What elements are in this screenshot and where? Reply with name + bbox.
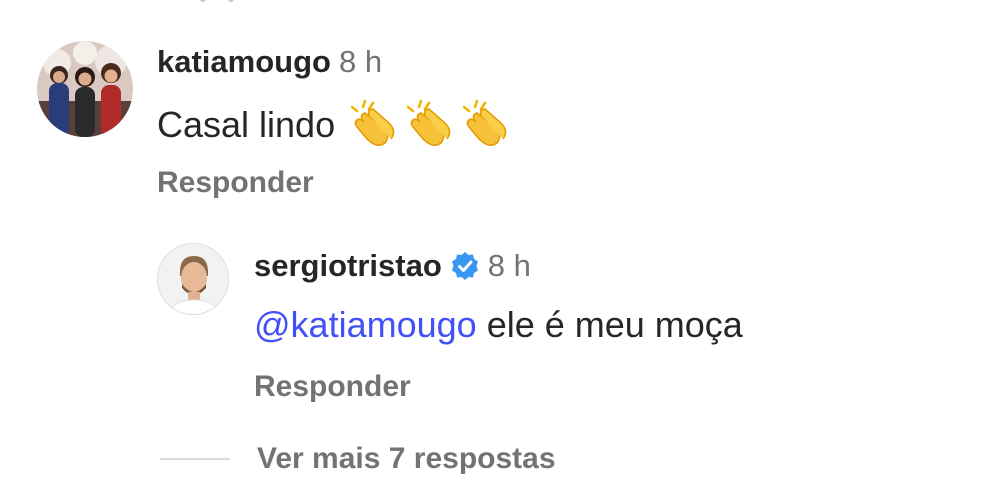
reply-reply-button[interactable]: Responder <box>254 368 411 406</box>
comment-text: Casal lindo <box>157 104 336 145</box>
view-more-replies-button[interactable]: Ver mais 7 respostas <box>257 440 556 478</box>
previous-comment-remnant <box>200 0 240 2</box>
comment-body: Casal lindo <box>157 97 513 149</box>
comment-username[interactable]: katiamougo <box>157 44 331 79</box>
reply-time: 8 h <box>487 248 531 283</box>
comment-time: 8 h <box>338 44 383 79</box>
clapping-hands-icon <box>461 97 513 149</box>
reply-mention-link[interactable]: @katiamougo <box>254 304 477 345</box>
comment-reply-button[interactable]: Responder <box>157 164 314 202</box>
clapping-hands-icon <box>349 97 401 149</box>
reply-header: sergiotristao 8 h <box>254 246 531 286</box>
comment-header: katiamougo 8 h <box>157 42 382 82</box>
comment-avatar[interactable] <box>37 41 133 137</box>
reply-username[interactable]: sergiotristao <box>254 248 442 283</box>
reply-avatar[interactable] <box>157 243 229 315</box>
view-more-divider <box>160 458 230 460</box>
reply-text: ele é meu moça <box>486 304 743 345</box>
reply-body: @katiamougo ele é meu moça <box>254 302 743 348</box>
clapping-hands-icon <box>405 97 457 149</box>
verified-badge-icon <box>450 251 480 281</box>
